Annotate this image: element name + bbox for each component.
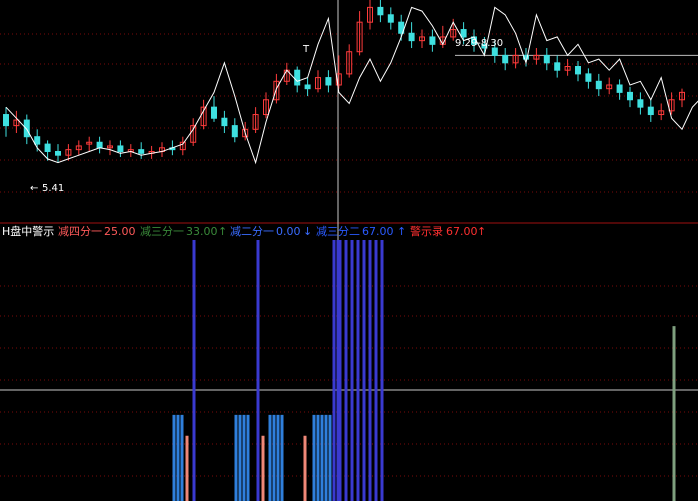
legend-item-0-label: 减四分一 <box>58 225 102 238</box>
candle-body <box>627 91 633 101</box>
candle-body <box>44 143 51 152</box>
legend-item-1-label: 减三分一 <box>140 225 184 238</box>
candle-body <box>408 32 415 42</box>
candle-body <box>3 114 9 127</box>
indicator-legend: H盘中警示 减四分一 25.00 减三分一 33.00 ↑ 减二分一 0.00 … <box>2 224 486 238</box>
legend-item-1-value: 33.00 <box>186 225 218 238</box>
candle-body <box>138 149 145 154</box>
candle-body <box>491 47 498 56</box>
candle-body <box>543 54 550 64</box>
legend-item-4-label: 警示录 <box>410 224 443 238</box>
candle-body <box>325 77 332 86</box>
legend-item-2-value: 0.00 <box>276 225 301 238</box>
range-label: 9.29-8.30 <box>455 38 503 49</box>
candle-body <box>585 73 592 82</box>
candle-body <box>211 106 217 119</box>
candle-body <box>96 141 103 149</box>
legend-item-2-label: 减二分一 <box>230 225 274 238</box>
legend-item-3-arrow: ↑ <box>397 225 406 238</box>
candle-body <box>429 36 436 45</box>
candle-body <box>34 136 41 145</box>
stock-chart: ← 5.41 T 9.29-8.30 H盘中警示 减四分一 25.00 减三分一… <box>0 0 698 501</box>
legend-item-0-value: 25.00 <box>104 225 136 238</box>
low-price-label: 5.41 <box>42 183 64 194</box>
peak-marker: T <box>302 44 310 55</box>
legend-item-2-arrow: ↓ <box>303 225 312 238</box>
candle-body <box>502 54 509 64</box>
annotation-low: ← 5.41 <box>30 183 64 194</box>
candle-body <box>117 145 124 152</box>
candle-body <box>231 125 238 138</box>
candle-body <box>554 62 561 71</box>
candle-body <box>221 117 228 127</box>
indicator-name: H盘中警示 <box>2 224 54 238</box>
candle-body <box>595 80 602 90</box>
legend-item-4-arrow: ↑ <box>477 225 486 238</box>
candle-body <box>23 119 30 138</box>
candle-body <box>294 69 301 86</box>
candle-body <box>55 150 61 156</box>
candle-body <box>387 14 394 23</box>
legend-item-1-arrow: ↑ <box>218 225 227 238</box>
legend-item-3-label: 减三分二 <box>316 225 360 238</box>
legend-item-3-value: 67.00 <box>362 225 394 238</box>
candle-body <box>637 99 644 108</box>
candle-body <box>377 6 384 16</box>
candle-body <box>575 66 581 75</box>
low-arrow: ← <box>30 183 38 194</box>
legend-item-4-value: 67.00 <box>446 225 478 238</box>
candle-body <box>647 106 654 116</box>
candle-body <box>304 84 311 90</box>
candle-body <box>616 84 623 93</box>
candle-body <box>460 29 467 38</box>
